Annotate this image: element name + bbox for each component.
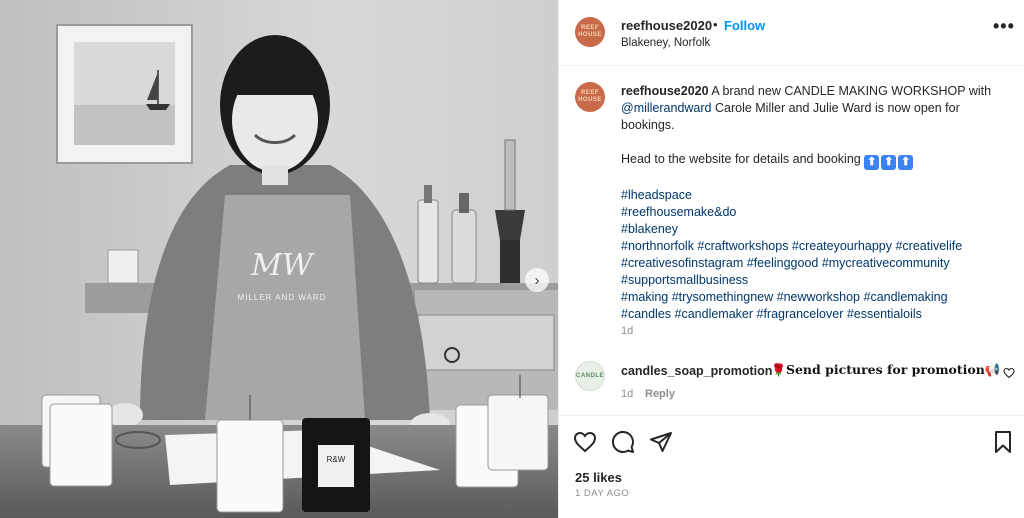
up-arrow-icon: ⬆ (898, 155, 914, 170)
up-arrow-icon: ⬆ (881, 155, 897, 170)
hashtag-line[interactable]: #creativesofinstagram #feelinggood #mycr… (621, 255, 1011, 272)
author-avatar[interactable]: REEF HOUSE (575, 17, 605, 47)
hashtag-line[interactable]: #northnorfolk #craftworkshops #createyou… (621, 238, 1011, 255)
rose-icon: 🌹 (771, 363, 786, 377)
up-arrow-icon: ⬆ (864, 155, 880, 170)
jar-label: R&W (327, 455, 346, 464)
post-photo[interactable]: MW MILLER AND WARD R&W › (0, 0, 558, 518)
hashtag-line[interactable]: #supportsmallbusiness (621, 272, 1011, 289)
bookmark-icon[interactable] (991, 430, 1015, 454)
hashtag-line[interactable]: #lheadspace (621, 187, 1011, 204)
follow-button[interactable]: Follow (724, 18, 765, 33)
comment-like-icon[interactable] (1003, 367, 1015, 379)
photo-image: MW MILLER AND WARD R&W (0, 0, 558, 518)
caption-username[interactable]: reefhouse2020 (621, 84, 709, 98)
post-header: REEF HOUSE reefhouse2020 • Follow Blaken… (559, 0, 1024, 66)
comment-text: 🌹Send pictures for promotion📢 (771, 362, 1000, 378)
more-icon[interactable]: ••• (993, 17, 1015, 35)
share-icon[interactable] (649, 430, 673, 454)
post-caption: reefhouse2020 A brand new CANDLE MAKING … (621, 83, 1011, 323)
caption-avatar[interactable]: REEF HOUSE (575, 82, 605, 112)
caption-text-3: Head to the website for details and book… (621, 152, 865, 166)
apron-logo: MW (250, 248, 315, 283)
comments-section: REEF HOUSE reefhouse2020 A brand new CAN… (559, 66, 1024, 416)
post-panel: REEF HOUSE reefhouse2020 • Follow Blaken… (558, 0, 1024, 518)
apron-text: MILLER AND WARD (238, 293, 327, 302)
post-location[interactable]: Blakeney, Norfolk (621, 37, 710, 49)
caption-cta-line: Head to the website for details and book… (621, 151, 1011, 170)
hashtag-line[interactable]: #reefhousemake&do (621, 204, 1011, 221)
heart-icon[interactable] (573, 430, 597, 454)
commenter-avatar[interactable]: CANDLE (575, 361, 605, 391)
next-photo-button[interactable]: › (525, 268, 549, 292)
caption-timestamp: 1d (621, 325, 634, 337)
commenter-username[interactable]: candles_soap_promotion (621, 364, 772, 378)
caption-text-1: A brand new CANDLE MAKING WORKSHOP with (708, 84, 992, 98)
author-username[interactable]: reefhouse2020 (621, 18, 712, 33)
reply-button[interactable]: Reply (645, 388, 675, 400)
comment-icon[interactable] (611, 430, 635, 454)
post-date: 1 DAY AGO (575, 488, 630, 499)
hashtag-line[interactable]: #blakeney (621, 221, 1011, 238)
caption-mention[interactable]: @millerandward (621, 101, 712, 115)
megaphone-icon: 📢 (984, 362, 1001, 377)
chevron-right-icon: › (534, 271, 540, 289)
instagram-post: MW MILLER AND WARD R&W › REEF HOUSE reef… (0, 0, 1024, 518)
comment-body: Send pictures for promotion (785, 362, 985, 377)
separator-dot: • (713, 17, 718, 32)
hashtag-line[interactable]: #candles #candlemaker #fragrancelover #e… (621, 306, 1011, 323)
comment-timestamp: 1d (621, 388, 634, 400)
hashtag-line[interactable]: #making #trysomethingnew #newworkshop #c… (621, 289, 1011, 306)
post-actions: 25 likes 1 DAY AGO (559, 416, 1024, 518)
likes-count[interactable]: 25 likes (575, 470, 622, 485)
